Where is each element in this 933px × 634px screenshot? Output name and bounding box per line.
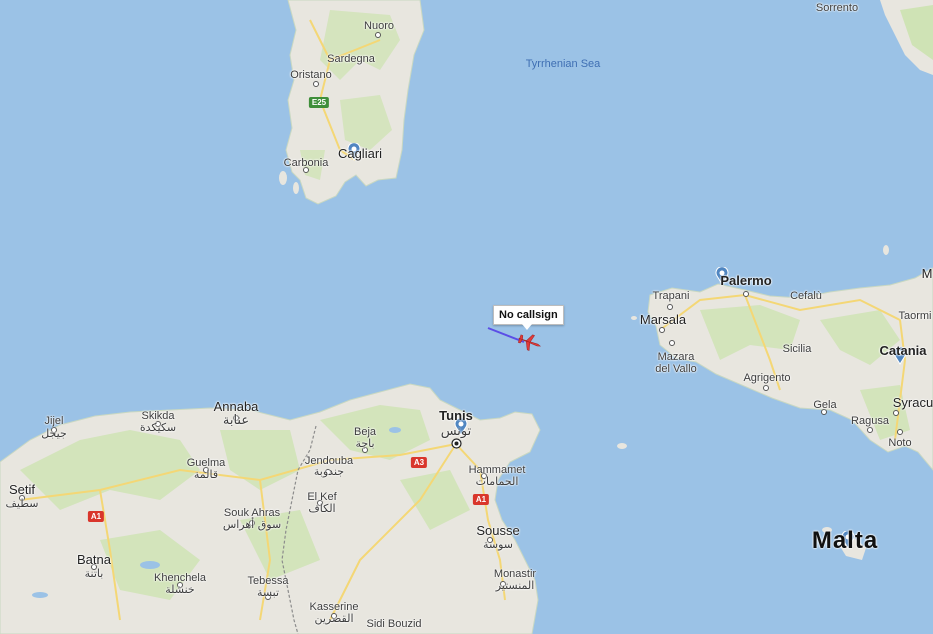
lake [389,427,401,433]
city-label-jendouba-ar: جندوبة [313,465,345,478]
road-shield-a3: A3 [410,457,428,468]
city-label-mazara: Mazara del Vallo [655,351,697,375]
city-label-elkef-ar: الكاف [308,502,336,515]
city-label-batna: Batna [77,552,111,567]
city-label-jijel-ar: جيجل [41,427,67,440]
city-label-sousse-ar: سوسة [482,538,514,551]
city-label-skikda-ar: سكيكدة [139,421,177,434]
city-label-tunis: Tunis [439,408,473,423]
city-label-kasserine-ar: القصرين [314,612,354,625]
city-label-annaba-ar: عنابة [222,413,250,428]
city-label-sidibouzid: Sidi Bouzid [366,618,422,630]
region-label-sardegna: Sardegna [327,53,375,65]
city-label-catania: Catania [879,343,927,358]
region-label-sicilia: Sicilia [782,343,812,355]
island [631,316,637,320]
city-label-taormina: Taormi [898,310,932,322]
city-label-palermo: Palermo [720,273,772,288]
city-label-hammamet-ar: الحمامات [475,475,519,488]
island [883,245,889,255]
city-label-cagliari: Cagliari [337,146,383,161]
city-label-khenchela-ar: خنشلة [165,583,195,596]
city-label-beja-ar: باجة [355,437,375,450]
city-label-tebessa-ar: تبسة [256,586,280,599]
city-label-sousse: Sousse [476,523,520,538]
city-label-carbonia: Carbonia [283,157,329,169]
road-shield-a1-algeria: A1 [87,511,105,522]
city-label-cefalu: Cefalù [790,290,822,302]
city-label-setif-ar: سطيف [5,497,39,510]
city-label-oristano: Oristano [290,69,332,81]
city-label-monastir-ar: المنستير [495,579,535,592]
city-label-gela: Gela [813,399,837,411]
city-label-nuoro: Nuoro [364,20,394,32]
city-label-annaba: Annaba [213,399,259,414]
aircraft-callsign-label[interactable]: No callsign [493,305,564,330]
city-label-m: M [921,266,933,281]
road-shield-e25: E25 [308,97,330,108]
city-label-guelma-ar: قالمة [193,468,219,481]
island [617,443,627,449]
lake [140,561,160,569]
capital-marker-icon [451,438,462,449]
map-base [0,0,933,634]
city-label-tunis-ar: تونس [440,424,472,439]
island [293,182,299,194]
city-label-ragusa: Ragusa [851,415,889,427]
lake [32,592,48,598]
city-label-soukahras-ar: سوق أهراس [222,518,282,531]
city-label-sorrento: Sorrento [815,2,859,14]
city-label-setif: Setif [8,482,36,497]
city-label-jijel: Jijel [44,415,64,427]
city-label-marsala: Marsala [639,312,687,327]
city-label-trapani: Trapani [652,290,690,302]
city-label-noto: Noto [888,437,912,449]
sea-label: Tyrrhenian Sea [525,58,601,70]
city-label-siracusa: Syracu [892,395,933,410]
country-label-malta: Malta [811,527,879,554]
road-shield-a1-tunisia: A1 [472,494,490,505]
city-label-batna-ar: باتنة [84,567,104,580]
map-canvas[interactable]: No callsign Tyrrhenian Sea Sorrento Nuor… [0,0,933,634]
island [279,171,287,185]
aircraft-icon[interactable] [516,332,542,352]
city-label-agrigento: Agrigento [743,372,791,384]
